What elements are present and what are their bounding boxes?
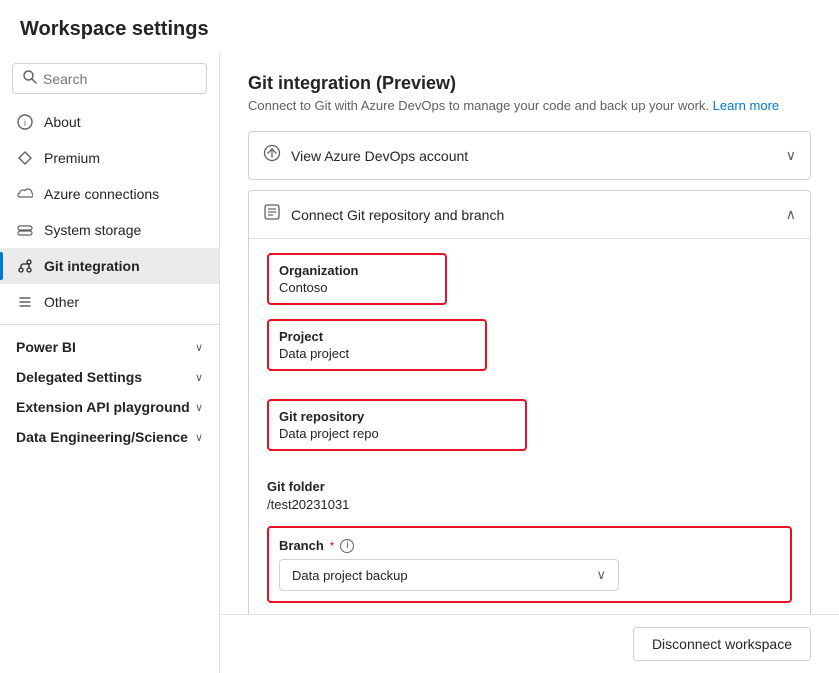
- sidebar-item-premium[interactable]: Premium: [0, 140, 219, 176]
- sidebar-item-about[interactable]: i About: [0, 104, 219, 140]
- sidebar-item-other-label: Other: [44, 294, 79, 310]
- main-content: Git integration (Preview) Connect to Git…: [220, 53, 839, 614]
- page-title: Workspace settings: [0, 0, 839, 53]
- organization-field: Organization Contoso: [267, 253, 447, 305]
- repo-icon: [263, 203, 281, 226]
- view-devops-label: View Azure DevOps account: [291, 148, 468, 164]
- content-subtitle: Connect to Git with Azure DevOps to mana…: [248, 98, 811, 113]
- project-label: Project: [279, 329, 475, 344]
- git-repository-label: Git repository: [279, 409, 515, 424]
- branch-section: Branch * i Data project backup ∨: [267, 526, 792, 603]
- delegated-settings-label: Delegated Settings: [16, 369, 142, 385]
- diamond-icon: [16, 149, 34, 167]
- info-icon: i: [16, 113, 34, 131]
- sidebar-item-git-integration[interactable]: Git integration: [0, 248, 219, 284]
- search-box[interactable]: [12, 63, 207, 94]
- extension-api-chevron-icon: ∨: [195, 401, 203, 414]
- delegated-settings-chevron-icon: ∨: [195, 371, 203, 384]
- power-bi-chevron-icon: ∨: [195, 341, 203, 354]
- branch-selected-value: Data project backup: [292, 568, 408, 583]
- sidebar-item-git-integration-label: Git integration: [44, 258, 140, 274]
- learn-more-link[interactable]: Learn more: [713, 98, 779, 113]
- search-icon: [23, 70, 37, 87]
- storage-icon: [16, 221, 34, 239]
- sidebar-item-system-storage-label: System storage: [44, 222, 141, 238]
- sidebar-section-extension-api[interactable]: Extension API playground ∨: [0, 389, 219, 419]
- sidebar: i About Premium Azure connections: [0, 53, 220, 673]
- cloud-icon: [16, 185, 34, 203]
- disconnect-workspace-button[interactable]: Disconnect workspace: [633, 627, 811, 661]
- search-input[interactable]: [43, 71, 196, 87]
- extension-api-label: Extension API playground: [16, 399, 190, 415]
- project-value: Data project: [279, 346, 475, 361]
- sidebar-item-premium-label: Premium: [44, 150, 100, 166]
- sidebar-item-system-storage[interactable]: System storage: [0, 212, 219, 248]
- branch-label: Branch: [279, 538, 324, 553]
- list-icon: [16, 293, 34, 311]
- connect-git-accordion: Connect Git repository and branch ∧ Orga…: [248, 190, 811, 614]
- view-devops-accordion-header[interactable]: View Azure DevOps account ∨: [249, 132, 810, 179]
- branch-required-star: *: [330, 539, 335, 553]
- view-devops-accordion: View Azure DevOps account ∨: [248, 131, 811, 180]
- data-engineering-chevron-icon: ∨: [195, 431, 203, 444]
- git-repository-value: Data project repo: [279, 426, 515, 441]
- content-title: Git integration (Preview): [248, 73, 811, 94]
- project-wrapper: Project Data project: [267, 319, 792, 385]
- content-wrapper: Git integration (Preview) Connect to Git…: [220, 53, 839, 673]
- connect-git-accordion-body: Organization Contoso Project Data projec…: [249, 238, 810, 614]
- power-bi-label: Power BI: [16, 339, 76, 355]
- git-repository-field: Git repository Data project repo: [267, 399, 527, 451]
- sidebar-section-data-engineering[interactable]: Data Engineering/Science ∨: [0, 419, 219, 449]
- git-folder-section: Git folder /test20231031: [267, 479, 792, 512]
- connect-git-accordion-header[interactable]: Connect Git repository and branch ∧: [249, 191, 810, 238]
- sidebar-item-azure-connections-label: Azure connections: [44, 186, 159, 202]
- branch-info-icon[interactable]: i: [340, 539, 354, 553]
- git-folder-value: /test20231031: [267, 497, 792, 512]
- project-field: Project Data project: [267, 319, 487, 371]
- sidebar-section-power-bi[interactable]: Power BI ∨: [0, 329, 219, 359]
- workspace-settings-page: Workspace settings i About: [0, 0, 839, 673]
- devops-icon: [263, 144, 281, 167]
- view-devops-chevron-icon: ∨: [786, 147, 796, 164]
- sidebar-item-other[interactable]: Other: [0, 284, 219, 320]
- git-folder-label: Git folder: [267, 479, 792, 494]
- sidebar-item-about-label: About: [44, 114, 81, 130]
- branch-select-dropdown[interactable]: Data project backup ∨: [279, 559, 619, 591]
- data-engineering-label: Data Engineering/Science: [16, 429, 188, 445]
- main-layout: i About Premium Azure connections: [0, 53, 839, 673]
- git-icon: [16, 257, 34, 275]
- branch-dropdown-chevron-icon: ∨: [596, 567, 606, 583]
- sidebar-section-delegated-settings[interactable]: Delegated Settings ∨: [0, 359, 219, 389]
- organization-label: Organization: [279, 263, 435, 278]
- sidebar-item-azure-connections[interactable]: Azure connections: [0, 176, 219, 212]
- git-repository-wrapper: Git repository Data project repo: [267, 399, 792, 465]
- connect-git-chevron-icon: ∧: [786, 206, 796, 223]
- svg-text:i: i: [24, 118, 26, 128]
- sidebar-divider: [0, 324, 219, 325]
- footer: Disconnect workspace: [220, 614, 839, 673]
- connect-git-label: Connect Git repository and branch: [291, 207, 504, 223]
- organization-value: Contoso: [279, 280, 435, 295]
